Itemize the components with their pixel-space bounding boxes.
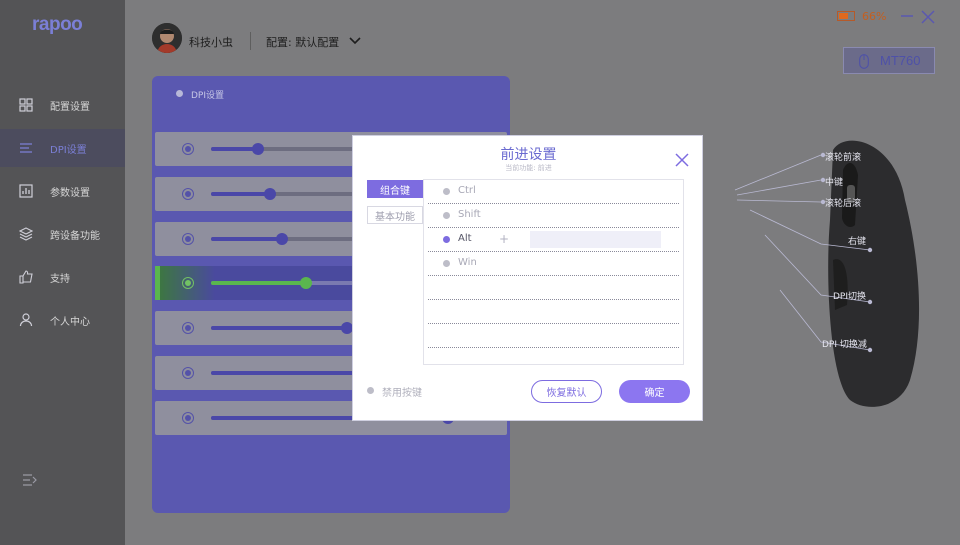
sidebar-item-cross-device[interactable]: 跨设备功能 bbox=[0, 215, 125, 253]
dpi-slider-knob[interactable] bbox=[276, 233, 289, 245]
key-radio[interactable] bbox=[443, 212, 450, 219]
dpi-slider-fill bbox=[211, 281, 306, 285]
minimize-icon[interactable] bbox=[901, 10, 913, 22]
key-row-alt[interactable]: Alt + bbox=[428, 228, 679, 252]
confirm-button[interactable]: 确定 bbox=[619, 380, 690, 403]
battery-fill bbox=[839, 13, 849, 19]
dpi-slider-knob[interactable] bbox=[299, 277, 312, 289]
sidebar-item-label: 配置设置 bbox=[50, 102, 90, 113]
key-list: Ctrl Shift Alt + Win bbox=[423, 179, 684, 365]
sidebar-item-params[interactable]: 参数设置 bbox=[0, 172, 125, 210]
close-icon[interactable] bbox=[921, 10, 935, 24]
dialog-title: 前进设置 bbox=[500, 147, 557, 163]
sidebar-item-support[interactable]: 支持 bbox=[0, 258, 125, 296]
key-row-empty bbox=[428, 324, 679, 348]
dpi-slider-fill bbox=[211, 192, 271, 196]
key-name: Ctrl bbox=[458, 185, 476, 196]
dpi-radio[interactable] bbox=[182, 367, 194, 379]
key-row-win[interactable]: Win bbox=[428, 252, 679, 276]
chevron-down-icon[interactable] bbox=[349, 36, 361, 46]
chart-icon bbox=[19, 184, 33, 198]
close-icon[interactable] bbox=[675, 153, 689, 167]
sidebar-item-label: 跨设备功能 bbox=[50, 231, 100, 242]
sidebar-item-profile[interactable]: 个人中心 bbox=[0, 301, 125, 339]
avatar[interactable] bbox=[152, 23, 182, 53]
key-radio[interactable] bbox=[443, 188, 450, 195]
tab-basic-function[interactable]: 基本功能 bbox=[367, 206, 423, 224]
dpi-title-dot bbox=[176, 90, 183, 97]
battery-icon bbox=[837, 11, 855, 21]
tab-combo-key[interactable]: 组合键 bbox=[367, 180, 423, 198]
thumbs-up-icon bbox=[19, 270, 33, 284]
layers-icon bbox=[19, 227, 33, 241]
dpi-icon bbox=[20, 143, 32, 153]
mouse-icon bbox=[859, 54, 869, 69]
dpi-radio[interactable] bbox=[182, 143, 194, 155]
callout-dpi-down: DPI 切换减 bbox=[822, 340, 867, 350]
combo-key-input[interactable] bbox=[530, 231, 661, 248]
callout-dpi-up: DPI切换 bbox=[833, 292, 867, 302]
device-name: MT760 bbox=[880, 53, 921, 68]
dpi-panel-title: DPI设置 bbox=[191, 91, 225, 101]
profile-select[interactable]: 配置: 默认配置 bbox=[266, 34, 339, 50]
key-name: Win bbox=[458, 257, 477, 268]
callout-right-button: 右键 bbox=[848, 237, 867, 247]
sidebar-item-config[interactable]: 配置设置 bbox=[0, 86, 125, 124]
sidebar-item-label: 个人中心 bbox=[50, 317, 90, 328]
sidebar-item-label: DPI设置 bbox=[50, 145, 87, 156]
collapse-menu-icon[interactable] bbox=[22, 473, 38, 487]
battery-percent: 66% bbox=[862, 10, 887, 23]
dpi-slider-knob[interactable] bbox=[264, 188, 277, 200]
dpi-radio[interactable] bbox=[182, 322, 194, 334]
username: 科技小虫 bbox=[189, 36, 233, 49]
header-divider bbox=[250, 32, 251, 50]
key-row-empty bbox=[428, 276, 679, 300]
sidebar-item-label: 参数设置 bbox=[50, 188, 90, 199]
callout-scroll-back: 滚轮后滚 bbox=[825, 199, 862, 209]
dpi-slider-knob[interactable] bbox=[252, 143, 265, 155]
disable-key-radio[interactable] bbox=[367, 387, 374, 394]
rapoo-logo: rapoo bbox=[32, 14, 83, 35]
dpi-radio[interactable] bbox=[182, 188, 194, 200]
key-radio[interactable] bbox=[443, 260, 450, 267]
dpi-slider-fill bbox=[211, 147, 259, 151]
key-name: Alt bbox=[458, 233, 472, 244]
sidebar: rapoo 配置设置 DPI设置 参数设置 跨设备功能 支持 个人中心 bbox=[0, 0, 125, 545]
grid-icon bbox=[19, 98, 33, 112]
device-badge[interactable]: MT760 bbox=[843, 47, 935, 74]
key-row-ctrl[interactable]: Ctrl bbox=[428, 180, 679, 204]
sidebar-item-label: 支持 bbox=[50, 274, 70, 285]
person-icon bbox=[19, 313, 33, 327]
key-row-empty bbox=[428, 300, 679, 324]
dpi-slider-fill bbox=[211, 237, 283, 241]
callout-middle-button: 中键 bbox=[825, 178, 844, 188]
key-radio[interactable] bbox=[443, 236, 450, 243]
dpi-radio[interactable] bbox=[182, 277, 194, 289]
sidebar-item-dpi[interactable]: DPI设置 bbox=[0, 129, 125, 167]
plus-sign: + bbox=[499, 232, 510, 246]
dpi-slider-fill bbox=[211, 326, 348, 330]
key-row-shift[interactable]: Shift bbox=[428, 204, 679, 228]
callout-scroll-forward: 滚轮前滚 bbox=[825, 153, 862, 163]
restore-default-button[interactable]: 恢复默认 bbox=[531, 380, 602, 403]
forward-settings-dialog: 前进设置 当前功能: 前进 组合键 基本功能 Ctrl Shift Alt + … bbox=[352, 135, 703, 421]
dpi-radio[interactable] bbox=[182, 233, 194, 245]
dialog-subtitle: 当前功能: 前进 bbox=[505, 164, 552, 172]
avatar-image bbox=[152, 23, 182, 53]
disable-key-label[interactable]: 禁用按键 bbox=[382, 384, 422, 399]
dpi-radio[interactable] bbox=[182, 412, 194, 424]
key-name: Shift bbox=[458, 209, 481, 220]
